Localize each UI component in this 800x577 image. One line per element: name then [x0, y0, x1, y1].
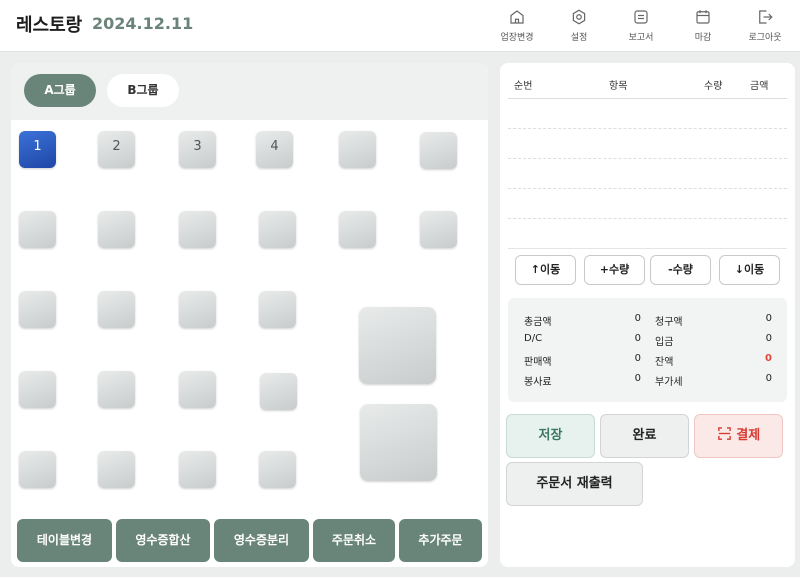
- settings-icon: [572, 9, 586, 25]
- nav-label: 로그아웃: [748, 33, 782, 43]
- table-button[interactable]: [98, 211, 135, 248]
- table-button[interactable]: [19, 371, 56, 408]
- table-button[interactable]: [339, 131, 376, 168]
- dc-value: 0: [634, 333, 641, 344]
- nav-logout[interactable]: 로그아웃: [734, 6, 796, 48]
- table-button[interactable]: [260, 373, 297, 410]
- tab-group-b[interactable]: B그룹: [107, 74, 179, 107]
- pay-button[interactable]: 결제: [694, 414, 783, 458]
- table-map-panel: A그룹 B그룹 1 2 3 4 테이블변경 영수증합산 영수증분리 주문취소 추…: [11, 63, 488, 567]
- table-button[interactable]: [19, 291, 56, 328]
- total-label: 총금액: [524, 317, 552, 328]
- table-button[interactable]: [179, 211, 216, 248]
- table-button[interactable]: [420, 132, 457, 169]
- nav-label: 마감: [694, 33, 712, 43]
- column-amount: 금액: [750, 81, 769, 92]
- table-button[interactable]: [98, 291, 135, 328]
- table-2[interactable]: 2: [98, 131, 135, 168]
- pay-label: 결제: [736, 428, 761, 443]
- table-button[interactable]: [259, 211, 296, 248]
- table-button[interactable]: [19, 451, 56, 488]
- nav-settings[interactable]: 설정: [548, 6, 610, 48]
- table-button[interactable]: [179, 291, 216, 328]
- billed-label: 청구액: [655, 317, 683, 328]
- sales-value: 0: [634, 353, 641, 364]
- split-receipt-button[interactable]: 영수증분리: [214, 519, 309, 562]
- vat-value: 0: [765, 373, 772, 384]
- deposit-value: 0: [765, 333, 772, 344]
- nav-closing[interactable]: 마감: [672, 6, 734, 48]
- billed-value: 0: [765, 313, 772, 324]
- order-row[interactable]: [508, 129, 787, 159]
- nav-change-store[interactable]: 업장변경: [486, 6, 548, 48]
- report-icon: [634, 10, 648, 24]
- brand-name: 레스토랑: [16, 15, 83, 36]
- balance-value: 0: [765, 353, 772, 364]
- table-3[interactable]: 3: [179, 131, 216, 168]
- nav-report[interactable]: 보고서: [610, 6, 672, 48]
- order-list-header: 순번 항목 수량 금액: [508, 73, 787, 99]
- scan-icon: [717, 427, 731, 440]
- group-tabs: A그룹 B그룹: [11, 63, 488, 120]
- order-row[interactable]: [508, 219, 787, 249]
- table-button[interactable]: [98, 451, 135, 488]
- balance-label: 잔액: [655, 357, 674, 368]
- reprint-order-button[interactable]: 주문서 재출력: [506, 462, 643, 506]
- column-item: 항목: [609, 81, 628, 92]
- table-button[interactable]: [179, 451, 216, 488]
- table-4[interactable]: 4: [256, 131, 293, 168]
- table-button[interactable]: [98, 371, 135, 408]
- tab-group-a[interactable]: A그룹: [24, 74, 96, 107]
- table-button[interactable]: [19, 211, 56, 248]
- vat-label: 부가세: [655, 377, 683, 388]
- service-value: 0: [634, 373, 641, 384]
- calendar-icon: [696, 10, 710, 24]
- table-1[interactable]: 1: [19, 131, 56, 168]
- sales-label: 판매액: [524, 357, 552, 368]
- table-button[interactable]: [420, 211, 457, 248]
- move-up-button[interactable]: ↑이동: [515, 255, 576, 285]
- top-header: 레스토랑 2024.12.11 업장변경 설정 보고서 마감 로그아웃: [0, 0, 800, 52]
- add-order-button[interactable]: 추가주문: [399, 519, 482, 562]
- table-button[interactable]: [259, 451, 296, 488]
- business-date: 2024.12.11: [92, 14, 194, 33]
- logout-icon: [759, 10, 773, 24]
- order-panel: 순번 항목 수량 금액 ↑이동 +수량 -수량 ↓이동 총금액 0 D/C 0 …: [500, 63, 795, 567]
- order-row[interactable]: [508, 99, 787, 129]
- dc-label: D/C: [524, 333, 543, 344]
- complete-button[interactable]: 완료: [600, 414, 689, 458]
- nav-label: 업장변경: [500, 33, 534, 43]
- qty-plus-button[interactable]: +수량: [584, 255, 645, 285]
- order-row[interactable]: [508, 189, 787, 219]
- nav-label: 설정: [570, 33, 588, 43]
- service-label: 봉사료: [524, 377, 552, 388]
- column-seq: 순번: [514, 81, 533, 92]
- payment-summary: 총금액 0 D/C 0 판매액 0 봉사료 0 청구액 0 입금 0 잔액 0 …: [508, 298, 787, 402]
- table-button[interactable]: [259, 291, 296, 328]
- large-table-button[interactable]: [360, 404, 437, 481]
- deposit-label: 입금: [655, 337, 674, 348]
- qty-minus-button[interactable]: -수량: [650, 255, 711, 285]
- table-button[interactable]: [179, 371, 216, 408]
- total-value: 0: [634, 313, 641, 324]
- save-button[interactable]: 저장: [506, 414, 595, 458]
- large-table-button[interactable]: [359, 307, 436, 384]
- cancel-order-button[interactable]: 주문취소: [313, 519, 395, 562]
- change-table-button[interactable]: 테이블변경: [17, 519, 112, 562]
- order-row[interactable]: [508, 159, 787, 189]
- move-down-button[interactable]: ↓이동: [719, 255, 780, 285]
- nav-label: 보고서: [628, 33, 654, 43]
- merge-receipt-button[interactable]: 영수증합산: [116, 519, 210, 562]
- column-qty: 수량: [704, 81, 723, 92]
- table-button[interactable]: [339, 211, 376, 248]
- home-icon: [510, 10, 524, 24]
